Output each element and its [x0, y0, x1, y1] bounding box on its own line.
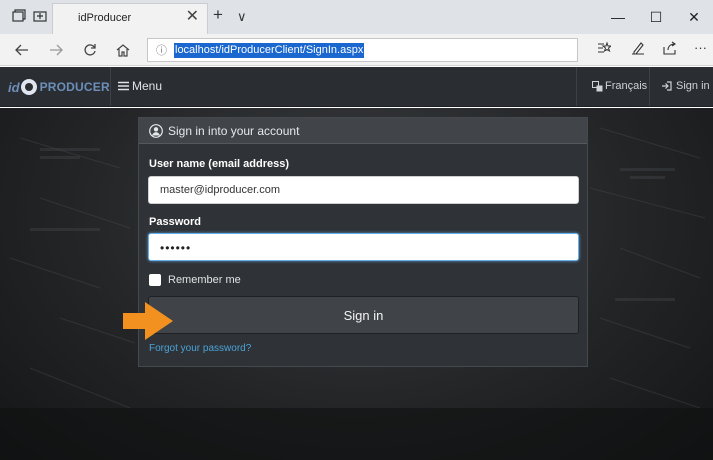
signin-button[interactable]: Sign in: [148, 296, 579, 334]
username-label: User name (email address): [149, 158, 290, 170]
language-label: Français: [605, 80, 648, 92]
close-window-button[interactable]: ✕: [675, 0, 713, 34]
language-button[interactable]: Français: [592, 80, 647, 92]
set-aside-tabs-icon[interactable]: [32, 8, 48, 24]
pen-icon[interactable]: [631, 41, 645, 58]
site-info-icon[interactable]: ⓘ: [156, 42, 167, 58]
brand-name: PRODUCER: [39, 80, 110, 94]
tab-manager-icon[interactable]: [11, 8, 27, 24]
navbar-signin-label: Sign in: [676, 80, 710, 92]
username-field[interactable]: master@idproducer.com: [148, 176, 579, 204]
password-field[interactable]: ••••••: [148, 233, 579, 261]
forgot-password-link[interactable]: Forgot your password?: [149, 343, 251, 354]
translate-icon: [592, 80, 603, 91]
sign-in-icon: [662, 81, 672, 91]
remember-me-label[interactable]: Remember me: [168, 274, 241, 286]
nav-divider: [576, 67, 577, 106]
address-bar: ⓘ localhost/idProducerClient/SignIn.aspx…: [0, 34, 713, 66]
menu-button[interactable]: Menu: [118, 79, 162, 93]
url-text: localhost/idProducerClient/SignIn.aspx: [174, 43, 365, 58]
more-options-button[interactable]: ···: [694, 40, 707, 55]
arrow-right-icon[interactable]: [46, 40, 66, 60]
arrow-left-icon[interactable]: [12, 40, 32, 60]
tab-title: idProducer: [78, 12, 132, 24]
username-value: master@idproducer.com: [160, 184, 280, 196]
signin-card-header: Sign in into your account: [139, 118, 587, 144]
remember-me-checkbox[interactable]: [149, 274, 161, 286]
maximize-button[interactable]: ☐: [637, 0, 675, 34]
brand-prefix: id: [8, 79, 20, 95]
tab-list-button[interactable]: ∨: [237, 7, 247, 27]
password-label: Password: [149, 216, 201, 228]
minimize-button[interactable]: —: [599, 0, 637, 34]
new-tab-button[interactable]: +: [213, 5, 223, 25]
brand-logo[interactable]: id PRODUCER: [8, 77, 110, 97]
navbar-signin-button[interactable]: Sign in: [661, 80, 710, 92]
favorites-icon[interactable]: [597, 41, 613, 58]
url-field[interactable]: ⓘ localhost/idProducerClient/SignIn.aspx: [147, 38, 578, 62]
home-icon[interactable]: [113, 40, 133, 60]
browser-tab-active[interactable]: idProducer ✕: [52, 3, 208, 34]
share-icon[interactable]: [663, 41, 677, 58]
app-navbar: id PRODUCER Menu Français Sign in: [0, 67, 713, 107]
signin-card: Sign in into your account User name (ema…: [138, 117, 588, 367]
browser-tab-bar: idProducer ✕ + ∨ — ☐ ✕: [0, 0, 713, 34]
hamburger-icon: [118, 81, 129, 91]
password-value: ••••••: [160, 241, 192, 255]
nav-divider: [649, 67, 650, 106]
menu-label: Menu: [132, 79, 163, 93]
nav-divider: [110, 67, 111, 106]
signin-card-title: Sign in into your account: [168, 124, 300, 138]
brand-mark-icon: [20, 79, 37, 95]
orange-arrow-icon: [123, 302, 173, 340]
user-circle-icon: [149, 124, 163, 138]
refresh-icon[interactable]: [80, 40, 100, 60]
tab-close-icon[interactable]: ✕: [186, 9, 199, 25]
